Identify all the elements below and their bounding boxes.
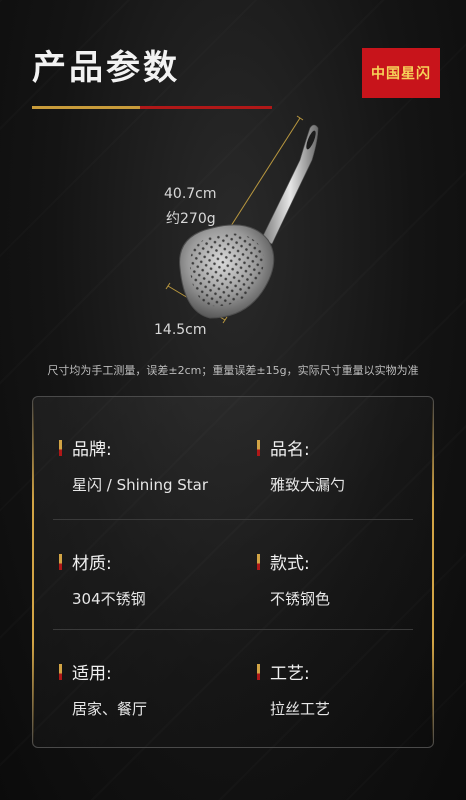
spec-item-style: 款式: 不锈钢色 — [257, 549, 330, 609]
spec-item-usage: 适用: 居家、餐厅 — [59, 659, 147, 719]
brand-logo-text: 中国星闪 — [371, 66, 431, 82]
spec-label: 品牌: — [72, 440, 112, 460]
spec-value: 拉丝工艺 — [270, 700, 331, 718]
brand-logo: 中国星闪 — [362, 48, 440, 98]
label-marker — [257, 439, 260, 456]
label-marker — [59, 663, 62, 680]
spec-label: 适用: — [72, 664, 112, 684]
weight-label: 约270g — [166, 211, 216, 227]
spec-item-craft: 工艺: 拉丝工艺 — [257, 659, 330, 719]
width-label: 14.5cm — [154, 322, 207, 338]
spec-item-brand: 品牌: 星闪 / Shining Star — [59, 435, 208, 495]
length-dimension-line — [221, 117, 301, 241]
spec-label: 工艺: — [270, 664, 310, 684]
width-dimension-line — [167, 285, 226, 321]
spec-value: 雅致大漏勺 — [270, 476, 346, 494]
label-marker — [59, 439, 62, 456]
spec-item-material: 材质: 304不锈钢 — [59, 549, 146, 609]
spec-value: 星闪 / Shining Star — [72, 476, 209, 494]
spec-card: 品牌: 星闪 / Shining Star 品名: 雅致大漏勺 材质: 304不… — [32, 396, 434, 748]
spec-label: 材质: — [72, 554, 112, 574]
spec-value: 不锈钢色 — [270, 590, 331, 608]
spec-label: 品名: — [270, 440, 310, 460]
label-marker — [257, 663, 260, 680]
label-marker — [59, 553, 62, 570]
spec-item-product-name: 品名: 雅致大漏勺 — [257, 435, 345, 495]
length-label: 40.7cm — [164, 186, 217, 202]
spec-value: 304不锈钢 — [72, 590, 146, 608]
title-underline — [32, 106, 272, 109]
spec-value: 居家、餐厅 — [72, 700, 148, 718]
measurement-note: 尺寸均为手工测量，误差±2cm；重量误差±15g，实际尺寸重量以实物为准 — [47, 364, 419, 377]
spec-row: 品牌: 星闪 / Shining Star 品名: 雅致大漏勺 — [33, 397, 433, 513]
spec-label: 款式: — [270, 554, 310, 574]
label-marker — [257, 553, 260, 570]
page-title: 产品参数 — [32, 48, 180, 88]
spec-row: 材质: 304不锈钢 款式: 不锈钢色 — [33, 513, 433, 629]
spec-row: 适用: 居家、餐厅 工艺: 拉丝工艺 — [33, 629, 433, 745]
